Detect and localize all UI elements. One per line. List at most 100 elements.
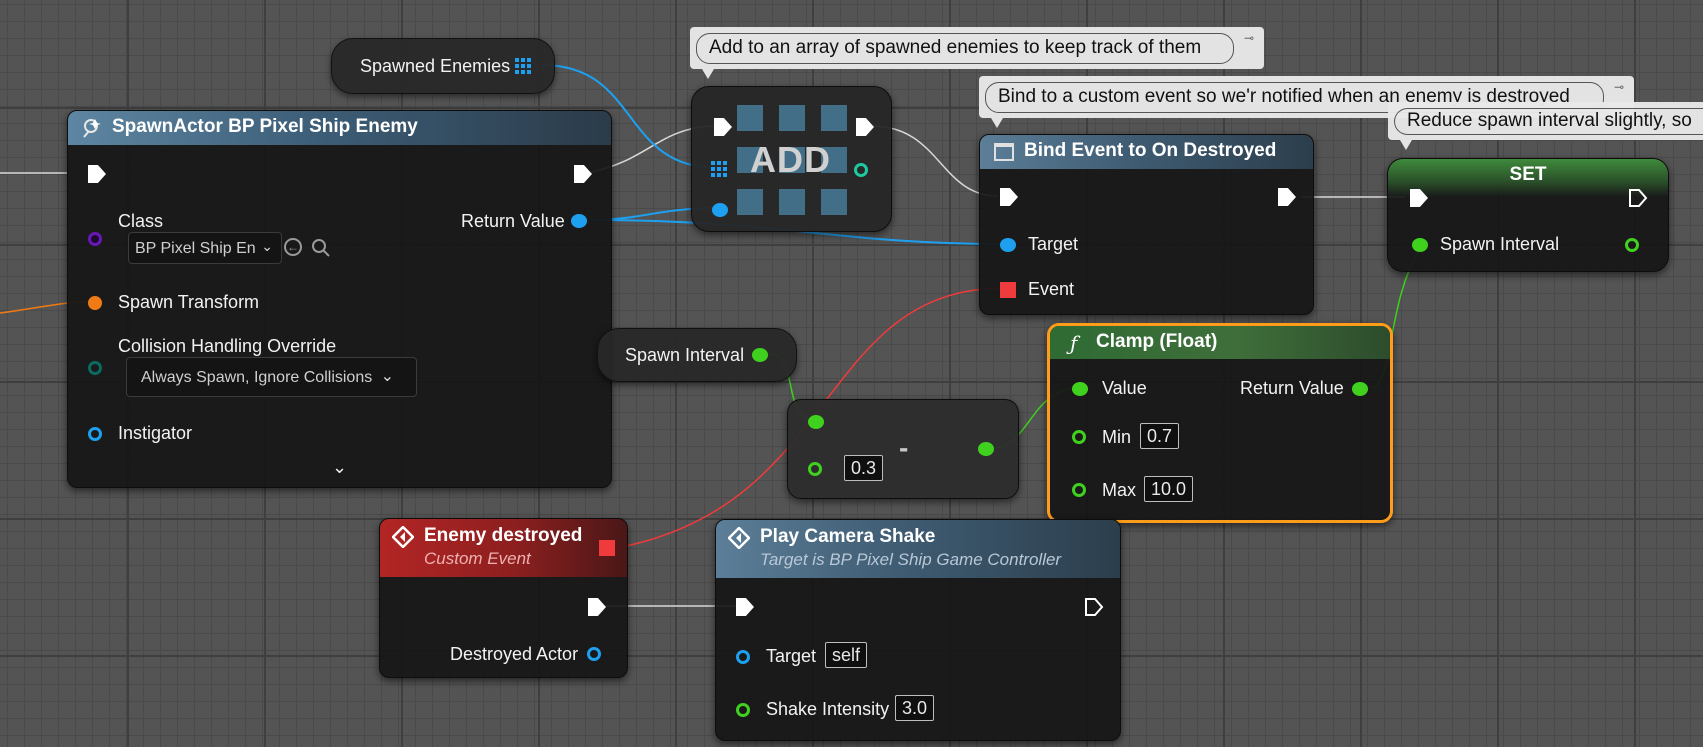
set-title: SET	[1509, 164, 1547, 185]
destroyed-actor-pin[interactable]	[587, 647, 601, 661]
collision-dropdown-value: Always Spawn, Ignore Collisions	[141, 369, 373, 386]
function-window-icon	[994, 143, 1014, 161]
exec-out-pin[interactable]	[574, 165, 592, 183]
spawn-actor-icon	[83, 119, 101, 138]
set-node[interactable]: SET Spawn Interval	[1387, 158, 1669, 272]
camera-shake-header[interactable]: Play Camera Shake Target is BP Pixel Shi…	[716, 520, 1120, 578]
clamp-min-label: Min	[1102, 427, 1132, 447]
shake-target-label: Target	[766, 646, 817, 666]
camera-shake-node[interactable]: Play Camera Shake Target is BP Pixel Shi…	[715, 519, 1121, 741]
subtract-a-pin[interactable]	[808, 415, 824, 429]
bind-event-node[interactable]: Bind Event to On Destroyed Target Event	[979, 134, 1314, 315]
spawn-interval-in-pin[interactable]	[1412, 238, 1428, 252]
array-grid-icon[interactable]	[515, 58, 531, 74]
class-label: Class	[118, 211, 164, 231]
exec-in-pin[interactable]	[88, 165, 106, 183]
exec-out-pin[interactable]	[856, 118, 874, 136]
enemy-destroyed-node[interactable]: Enemy destroyed Custom Event Destroyed A…	[379, 518, 628, 678]
subtract-operator: -	[899, 432, 909, 463]
clamp-header[interactable]: Clamp (Float)	[1050, 326, 1390, 359]
comment-array-text: Add to an array of spawned enemies to ke…	[696, 33, 1234, 64]
exec-in-pin[interactable]	[1000, 188, 1018, 206]
pin-comment-icon[interactable]: ⊸	[1244, 31, 1258, 51]
subtract-out-pin[interactable]	[978, 442, 994, 456]
shake-intensity-label: Shake Intensity	[766, 699, 890, 719]
add-array-node[interactable]: ADD	[691, 86, 892, 232]
bind-event-header[interactable]: Bind Event to On Destroyed	[980, 135, 1313, 169]
spawned-enemies-label: Spawned Enemies	[360, 56, 511, 76]
shake-intensity-value[interactable]: 3.0	[895, 695, 935, 721]
collision-dropdown[interactable]: Always Spawn, Ignore Collisions ⌄	[126, 357, 417, 397]
return-value-pin[interactable]	[571, 214, 587, 228]
chevron-down-icon: ⌄	[380, 368, 394, 385]
pin-comment-icon[interactable]: ⊸	[1614, 80, 1628, 100]
clamp-min-value[interactable]: 0.7	[1140, 423, 1180, 449]
comment-array[interactable]: Add to an array of spawned enemies to ke…	[690, 27, 1264, 79]
spawn-actor-header[interactable]: SpawnActor BP Pixel Ship Enemy	[68, 111, 611, 145]
target-label: Target	[1028, 234, 1079, 254]
clamp-value-pin[interactable]	[1072, 382, 1088, 396]
subtract-node[interactable]: 0.3 -	[787, 399, 1019, 499]
subtract-b-value[interactable]: 0.3	[844, 455, 884, 481]
clamp-return-label: Return Value	[1240, 378, 1344, 398]
shake-target-pin[interactable]	[736, 650, 750, 664]
shake-intensity-pin[interactable]	[736, 703, 750, 717]
exec-out-pin[interactable]	[1278, 188, 1296, 206]
camera-shake-title: Play Camera Shake	[760, 526, 936, 547]
return-value-label: Return Value	[461, 211, 565, 231]
spawn-interval-get-node[interactable]: Spawn Interval	[597, 328, 797, 382]
exec-in-pin[interactable]	[736, 598, 754, 616]
collision-pin[interactable]	[88, 361, 102, 375]
index-out-pin[interactable]	[854, 163, 868, 177]
shake-target-value[interactable]: self	[825, 642, 868, 668]
clamp-min-pin[interactable]	[1072, 430, 1086, 444]
item-in-pin[interactable]	[712, 203, 728, 217]
class-pin[interactable]	[88, 232, 102, 246]
exec-out-pin[interactable]	[1628, 188, 1648, 208]
comment-reduce[interactable]: Reduce spawn interval slightly, so	[1388, 102, 1703, 150]
event-label: Event	[1028, 279, 1075, 299]
comment-tail	[1400, 140, 1412, 150]
spawn-interval-get-pin[interactable]	[752, 348, 768, 362]
enemy-destroyed-header[interactable]: Enemy destroyed Custom Event	[380, 519, 627, 577]
exec-in-pin[interactable]	[714, 118, 732, 136]
event-diamond-icon	[728, 527, 750, 549]
chevron-down-icon: ⌄	[261, 238, 273, 254]
class-dropdown[interactable]: BP Pixel Ship En ⌄	[128, 232, 282, 264]
exec-out-pin[interactable]	[588, 598, 606, 616]
spawn-transform-label: Spawn Transform	[118, 292, 260, 312]
comment-tail	[991, 118, 1003, 128]
instigator-label: Instigator	[118, 423, 193, 443]
camera-shake-subtitle: Target is BP Pixel Ship Game Controller	[760, 550, 1062, 569]
add-label: ADD	[750, 139, 831, 180]
comment-reduce-text: Reduce spawn interval slightly, so	[1394, 108, 1703, 135]
instigator-pin[interactable]	[88, 427, 102, 441]
enemy-destroyed-title: Enemy destroyed	[424, 525, 583, 546]
spawn-interval-get-label: Spawn Interval	[625, 345, 745, 365]
spawned-enemies-node[interactable]: Spawned Enemies	[331, 38, 555, 94]
clamp-max-pin[interactable]	[1072, 483, 1086, 497]
clamp-title: Clamp (Float)	[1096, 331, 1218, 352]
array-in-pin[interactable]	[711, 161, 727, 177]
browse-search-icon[interactable]	[311, 238, 331, 258]
spawn-transform-pin[interactable]	[88, 296, 102, 310]
subtract-b-pin[interactable]	[808, 462, 822, 476]
target-pin[interactable]	[1000, 238, 1016, 252]
clamp-return-pin[interactable]	[1352, 382, 1368, 396]
event-delegate-pin[interactable]	[1000, 282, 1016, 298]
event-diamond-icon	[392, 526, 414, 548]
bind-event-title: Bind Event to On Destroyed	[1024, 140, 1277, 161]
clamp-value-label: Value	[1102, 378, 1147, 398]
expand-chevron-icon[interactable]: ⌄	[332, 457, 347, 478]
clamp-node[interactable]: Clamp (Float) ƒ Value Return Value Min 0…	[1047, 323, 1393, 523]
spawn-interval-out-pin[interactable]	[1625, 238, 1639, 252]
exec-out-pin[interactable]	[1084, 597, 1104, 617]
set-header[interactable]: SET	[1388, 159, 1668, 197]
spawn-actor-node[interactable]: SpawnActor BP Pixel Ship Enemy Class BP …	[67, 110, 612, 488]
comment-tail	[702, 69, 714, 79]
clamp-max-value[interactable]: 10.0	[1144, 476, 1194, 502]
use-selected-icon[interactable]: ←	[284, 238, 302, 256]
destroyed-actor-label: Destroyed Actor	[450, 644, 579, 664]
spawn-interval-set-label: Spawn Interval	[1440, 234, 1560, 254]
delegate-out-pin[interactable]	[599, 540, 615, 556]
